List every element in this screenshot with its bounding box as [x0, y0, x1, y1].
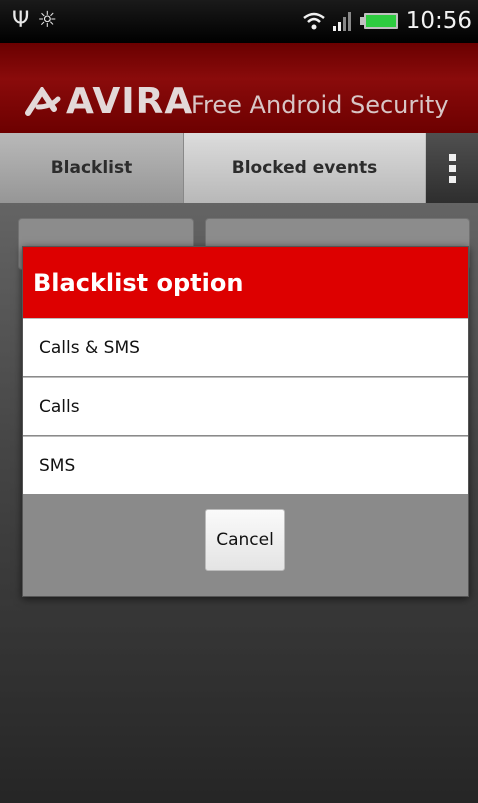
overflow-menu-icon[interactable] [426, 133, 478, 203]
wifi-icon [302, 12, 325, 30]
status-right: 10:56 [302, 6, 472, 36]
cancel-button[interactable]: Cancel [205, 509, 285, 571]
brand-name: AVIRA [66, 81, 194, 122]
option-calls-and-sms[interactable]: Calls & SMS [23, 318, 468, 376]
battery-icon [359, 13, 398, 29]
option-calls[interactable]: Calls [23, 377, 468, 435]
android-debug-icon: ☼ [37, 8, 66, 33]
dialog-title: Blacklist option [23, 247, 468, 318]
blacklist-option-dialog: Blacklist option Calls & SMS Calls SMS C… [22, 246, 469, 597]
avira-logo-icon [25, 87, 61, 116]
usb-icon: Ψ [12, 8, 38, 33]
status-left-icons: Ψ☼ [12, 8, 65, 33]
signal-icon [332, 12, 351, 31]
option-sms[interactable]: SMS [23, 436, 468, 494]
tab-bar: Blacklist Blocked events [0, 133, 478, 203]
app-subtitle: Free Android Security [191, 91, 449, 119]
app-header: AVIRA Free Android Security [0, 43, 478, 133]
status-bar: Ψ☼ 10:56 [0, 0, 478, 43]
tab-blacklist[interactable]: Blacklist [0, 133, 184, 203]
tab-blocked-events[interactable]: Blocked events [184, 133, 425, 203]
clock: 10:56 [405, 8, 472, 34]
